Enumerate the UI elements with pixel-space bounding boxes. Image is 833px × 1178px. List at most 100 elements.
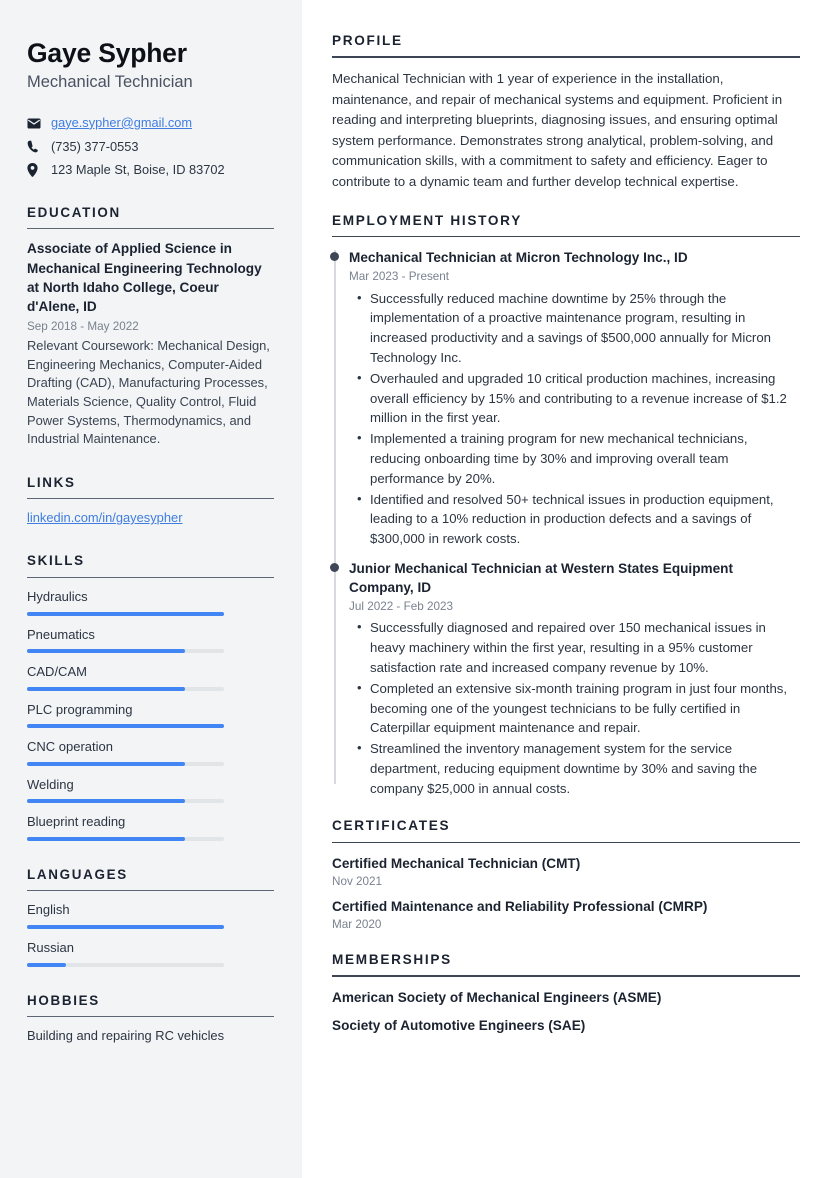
- job-entry: Junior Mechanical Technician at Western …: [330, 559, 800, 799]
- skill-label: Pneumatics: [27, 626, 95, 642]
- certificate-name: Certified Maintenance and Reliability Pr…: [332, 898, 708, 914]
- education-date: Sep 2018 - May 2022: [27, 319, 139, 333]
- job-bullet: Streamlined the inventory management sys…: [357, 738, 800, 798]
- education-description: Relevant Coursework: Mechanical Design, …: [27, 338, 270, 447]
- skill-bar-track: [27, 761, 224, 766]
- skill-bar-fill: [27, 836, 185, 841]
- envelope-icon: [27, 116, 44, 130]
- section-employment-history: EMPLOYMENT HISTORY Mechanical Technician…: [330, 212, 800, 799]
- certificates-divider: [332, 841, 800, 844]
- timeline-dot-icon: [330, 252, 339, 262]
- skill-bar-track: [27, 686, 224, 691]
- map-pin-icon: [27, 163, 44, 178]
- section-certificates: CERTIFICATES Certified Mechanical Techni…: [332, 818, 800, 931]
- skill-item: Hydraulics: [27, 588, 274, 616]
- job-entry: Mechanical Technician at Micron Technolo…: [330, 248, 800, 549]
- job-title: Junior Mechanical Technician at Western …: [349, 560, 733, 596]
- skill-label: Blueprint reading: [27, 814, 126, 830]
- skill-item: Pneumatics: [27, 626, 274, 654]
- membership-item: Society of Automotive Engineers (SAE): [332, 1017, 586, 1033]
- hobbies-divider: [27, 1015, 274, 1018]
- links-divider: [27, 497, 274, 500]
- links-heading: LINKS: [27, 474, 76, 490]
- job-bullet: Overhauled and upgraded 10 critical prod…: [357, 368, 800, 428]
- job-bullet: Identified and resolved 50+ technical is…: [357, 489, 800, 549]
- languages-heading: LANGUAGES: [27, 866, 128, 882]
- candidate-job-title: Mechanical Technician: [27, 73, 193, 92]
- skill-item: PLC programming: [27, 701, 274, 729]
- education-entry: Associate of Applied Science in Mechanic…: [27, 239, 274, 448]
- section-profile: PROFILE Mechanical Technician with 1 yea…: [332, 33, 800, 193]
- language-bar-track: [27, 962, 224, 967]
- job-bullet: Successfully diagnosed and repaired over…: [357, 617, 800, 677]
- job-date: Jul 2022 - Feb 2023: [349, 599, 453, 613]
- section-languages: LANGUAGES English Russian: [27, 867, 274, 967]
- education-divider: [27, 227, 274, 230]
- membership-item: American Society of Mechanical Engineers…: [332, 989, 662, 1005]
- skill-bar-fill: [27, 724, 224, 729]
- timeline-dot-icon: [330, 562, 339, 572]
- phone-icon: [27, 140, 44, 154]
- job-bullet-list: Successfully diagnosed and repaired over…: [349, 617, 800, 798]
- education-degree: Associate of Applied Science in Mechanic…: [27, 241, 262, 315]
- section-skills: SKILLS Hydraulics Pneumatics CAD/CAM PLC…: [27, 553, 274, 841]
- language-bar-fill: [27, 924, 224, 929]
- employment-divider: [332, 235, 800, 238]
- section-memberships: MEMBERSHIPS American Society of Mechanic…: [332, 952, 800, 1035]
- skills-divider: [27, 576, 274, 579]
- language-bar-fill: [27, 962, 67, 967]
- address-text: 123 Maple St, Boise, ID 83702: [51, 162, 225, 178]
- skill-label: Welding: [27, 776, 74, 792]
- skill-bar-fill: [27, 611, 224, 616]
- job-bullet-list: Successfully reduced machine downtime by…: [349, 288, 800, 549]
- skills-list: Hydraulics Pneumatics CAD/CAM PLC progra…: [27, 588, 274, 841]
- languages-divider: [27, 889, 274, 892]
- main-content: PROFILE Mechanical Technician with 1 yea…: [302, 0, 833, 1178]
- employment-timeline: Mechanical Technician at Micron Technolo…: [330, 248, 800, 799]
- employment-heading: EMPLOYMENT HISTORY: [332, 212, 522, 228]
- skill-bar-fill: [27, 761, 185, 766]
- job-date: Mar 2023 - Present: [349, 269, 450, 283]
- certificate-entry: Certified Mechanical Technician (CMT) No…: [332, 854, 800, 889]
- job-bullet: Implemented a training program for new m…: [357, 428, 800, 488]
- language-label: Russian: [27, 939, 74, 955]
- skill-bar-track: [27, 799, 224, 804]
- hobby-item: Building and repairing RC vehicles: [27, 1028, 225, 1044]
- language-bar-track: [27, 924, 224, 929]
- timeline-line: [334, 250, 336, 785]
- certificate-date: Nov 2021: [332, 875, 383, 889]
- language-label: English: [27, 902, 70, 918]
- skill-item: Welding: [27, 776, 274, 804]
- skill-item: CNC operation: [27, 738, 274, 766]
- skill-label: CAD/CAM: [27, 664, 87, 680]
- skill-label: CNC operation: [27, 739, 113, 755]
- skill-bar-fill: [27, 799, 185, 804]
- profile-divider: [332, 56, 800, 58]
- skill-item: CAD/CAM: [27, 663, 274, 691]
- phone-text: (735) 377-0553: [51, 138, 139, 154]
- contact-phone: (735) 377-0553: [27, 139, 274, 156]
- resume-page: Gaye Sypher Mechanical Technician gaye.s…: [0, 0, 833, 1178]
- candidate-name: Gaye Sypher: [27, 38, 187, 68]
- skill-bar-fill: [27, 649, 185, 654]
- certificate-entry: Certified Maintenance and Reliability Pr…: [332, 897, 800, 932]
- skill-bar-track: [27, 649, 224, 654]
- skills-heading: SKILLS: [27, 553, 85, 569]
- section-education: EDUCATION Associate of Applied Science i…: [27, 205, 274, 449]
- skill-bar-track: [27, 724, 224, 729]
- contact-list: gaye.sypher@gmail.com (735) 377-0553 123…: [27, 115, 274, 179]
- skill-label: Hydraulics: [27, 589, 88, 605]
- job-bullet: Completed an extensive six-month trainin…: [357, 678, 800, 738]
- sidebar: Gaye Sypher Mechanical Technician gaye.s…: [0, 0, 302, 1178]
- email-link[interactable]: gaye.sypher@gmail.com: [51, 115, 192, 132]
- profile-heading: PROFILE: [332, 33, 403, 48]
- skill-item: Blueprint reading: [27, 813, 274, 841]
- languages-list: English Russian: [27, 901, 274, 967]
- contact-email[interactable]: gaye.sypher@gmail.com: [27, 115, 274, 132]
- contact-address: 123 Maple St, Boise, ID 83702: [27, 162, 274, 179]
- language-item: Russian: [27, 939, 274, 967]
- certificate-date: Mar 2020: [332, 917, 382, 931]
- memberships-heading: MEMBERSHIPS: [332, 951, 452, 967]
- link-item-linkedin[interactable]: linkedin.com/in/gayesypher: [27, 509, 274, 527]
- section-links: LINKS linkedin.com/in/gayesypher: [27, 475, 274, 528]
